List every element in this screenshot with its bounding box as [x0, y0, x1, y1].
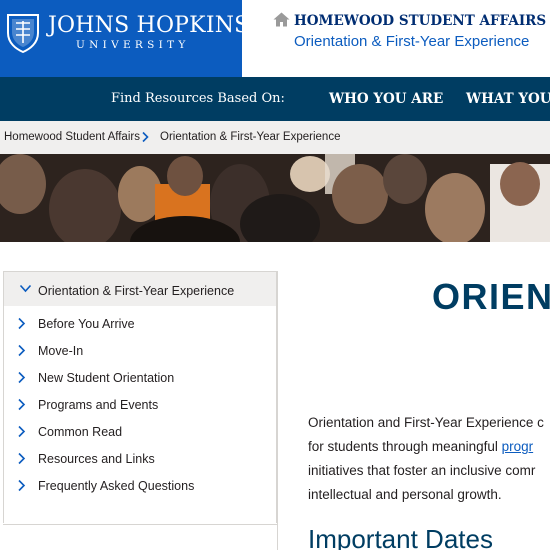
chevron-right-icon — [18, 317, 26, 330]
jhu-shield-icon — [7, 14, 39, 53]
programs-link[interactable]: progr — [502, 439, 534, 454]
sidebar-item-label: New Student Orientation — [38, 371, 175, 385]
intro-text-line: intellectual and personal growth. — [308, 487, 502, 502]
sidebar-item-orientation-active[interactable]: Orientation & First-Year Experience — [4, 272, 276, 306]
page-title: ORIEN — [432, 276, 550, 317]
sidebar-item-programs-and-events[interactable]: Programs and Events — [4, 392, 276, 419]
site-subtitle[interactable]: Orientation & First-Year Experience — [294, 33, 529, 50]
sidebar-item-new-student-orientation[interactable]: New Student Orientation — [4, 365, 276, 392]
chevron-right-icon — [18, 479, 26, 492]
hero-photo — [0, 154, 550, 242]
sidebar-item-label: Frequently Asked Questions — [38, 479, 195, 493]
logo-subtitle: UNIVERSITY — [76, 39, 190, 51]
chevron-right-icon — [18, 425, 26, 438]
audience-nav-bar: Find Resources Based On: WHO YOU ARE WHA… — [0, 77, 550, 121]
sidebar-item-label: Before You Arrive — [38, 317, 135, 331]
site-title[interactable]: HOMEWOOD STUDENT AFFAIRS — [294, 13, 546, 29]
sidebar-nav: Orientation & First-Year Experience Befo… — [3, 271, 277, 523]
intro-text-line: Orientation and First-Year Experience c — [308, 415, 544, 430]
sidebar-item-label: Common Read — [38, 425, 123, 439]
intro-text-line: initiatives that foster an inclusive com… — [308, 463, 536, 478]
intro-text: for students through meaningful — [308, 439, 502, 454]
hero-crowd-image — [0, 154, 550, 242]
nav-label: Find Resources Based On: — [111, 91, 285, 106]
sidebar-item-label: Move-In — [38, 344, 84, 358]
sidebar-item-faq[interactable]: Frequently Asked Questions — [4, 473, 276, 500]
sidebar-item-common-read[interactable]: Common Read — [4, 419, 276, 446]
home-icon[interactable] — [273, 12, 290, 27]
chevron-right-icon — [18, 398, 26, 411]
chevron-right-icon — [18, 344, 26, 357]
intro-text-line: for students through meaningful progr — [308, 439, 533, 454]
logo-wordmark: JOHNS HOPKINS — [48, 13, 250, 38]
nav-item-who-you-are[interactable]: WHO YOU ARE — [329, 91, 443, 107]
content-divider — [277, 271, 278, 550]
chevron-right-icon — [18, 452, 26, 465]
sidebar-item-before-you-arrive[interactable]: Before You Arrive — [4, 311, 276, 338]
jhu-logo[interactable]: JOHNS HOPKINS UNIVERSITY — [0, 0, 249, 77]
breadcrumb-item-current: Orientation & First-Year Experience — [160, 131, 341, 143]
sidebar-item-label: Resources and Links — [38, 452, 155, 466]
sidebar-item-label: Orientation & First-Year Experience — [38, 284, 235, 298]
breadcrumb: Homewood Student Affairs Orientation & F… — [0, 121, 550, 154]
sidebar-item-label: Programs and Events — [38, 398, 159, 412]
nav-item-what-you[interactable]: WHAT YOU — [466, 91, 550, 107]
sidebar-bottom-border — [3, 524, 277, 525]
chevron-right-icon — [18, 371, 26, 384]
breadcrumb-item-homewood[interactable]: Homewood Student Affairs — [4, 131, 140, 143]
chevron-down-icon — [19, 284, 32, 293]
important-dates-heading: Important Dates — [308, 524, 493, 550]
sidebar-item-move-in[interactable]: Move-In — [4, 338, 276, 365]
chevron-right-icon — [142, 131, 149, 143]
sidebar-item-resources-and-links[interactable]: Resources and Links — [4, 446, 276, 473]
